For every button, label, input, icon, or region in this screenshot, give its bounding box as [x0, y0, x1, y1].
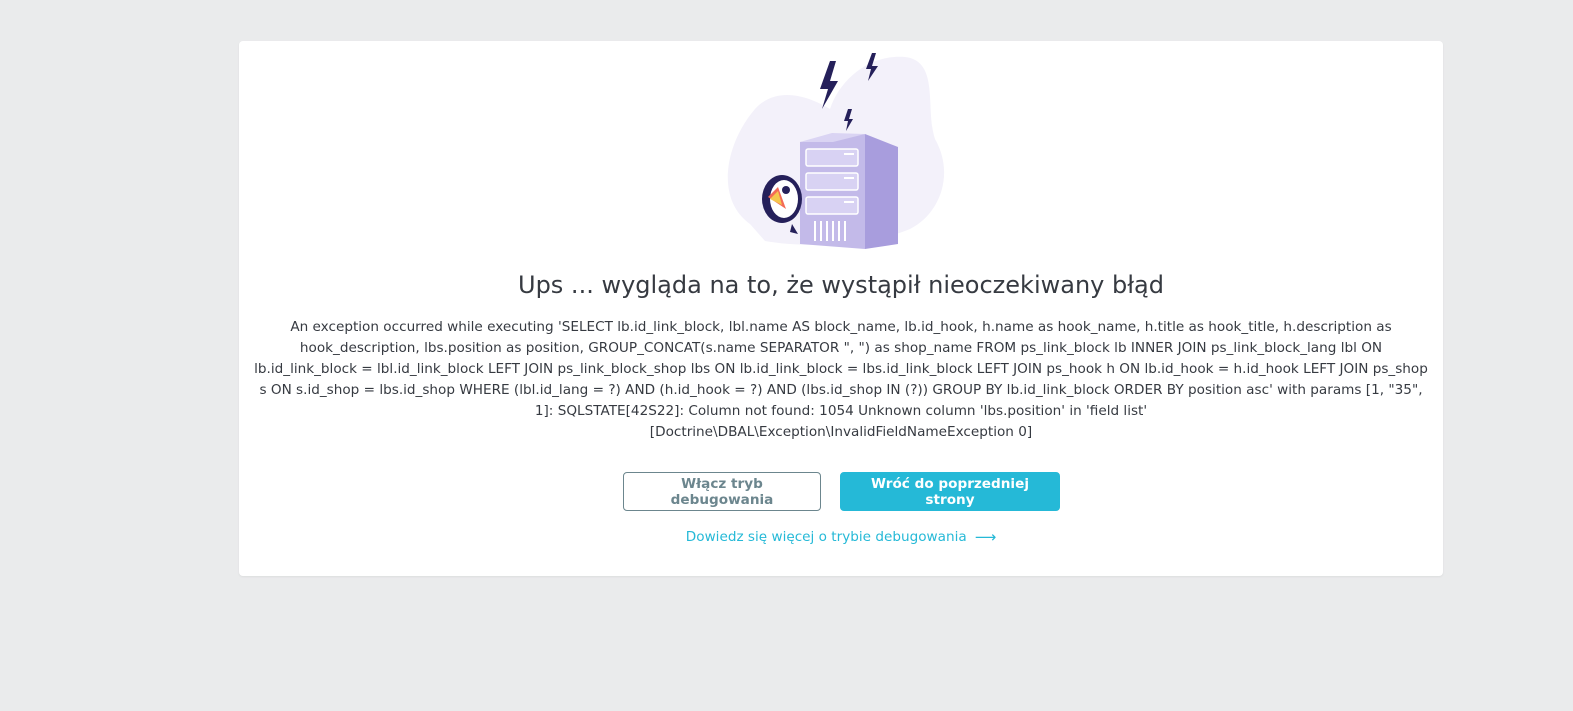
arrow-right-icon: ⟶ [974, 528, 997, 546]
go-back-button[interactable]: Wróć do poprzedniej strony [840, 472, 1060, 511]
error-message: An exception occurred while executing 'S… [254, 319, 1428, 419]
page-title: Ups ... wygląda na to, że wystąpił nieoc… [518, 271, 1164, 299]
action-buttons: Włącz tryb debugowania Wróć do poprzedni… [623, 472, 1060, 512]
error-details: An exception occurred while executing 'S… [249, 317, 1433, 443]
server-error-illustration [727, 53, 945, 249]
enable-debug-button[interactable]: Włącz tryb debugowania [623, 472, 821, 511]
learn-more-container: Dowiedz się więcej o trybie debugowania ⟶ [239, 527, 1443, 547]
learn-more-debug-link[interactable]: Dowiedz się więcej o trybie debugowania ⟶ [685, 528, 997, 546]
learn-more-label: Dowiedz się więcej o trybie debugowania [685, 529, 967, 545]
error-card: Ups ... wygląda na to, że wystąpił nieoc… [239, 41, 1443, 576]
exception-class: [Doctrine\DBAL\Exception\InvalidFieldNam… [649, 424, 1033, 440]
